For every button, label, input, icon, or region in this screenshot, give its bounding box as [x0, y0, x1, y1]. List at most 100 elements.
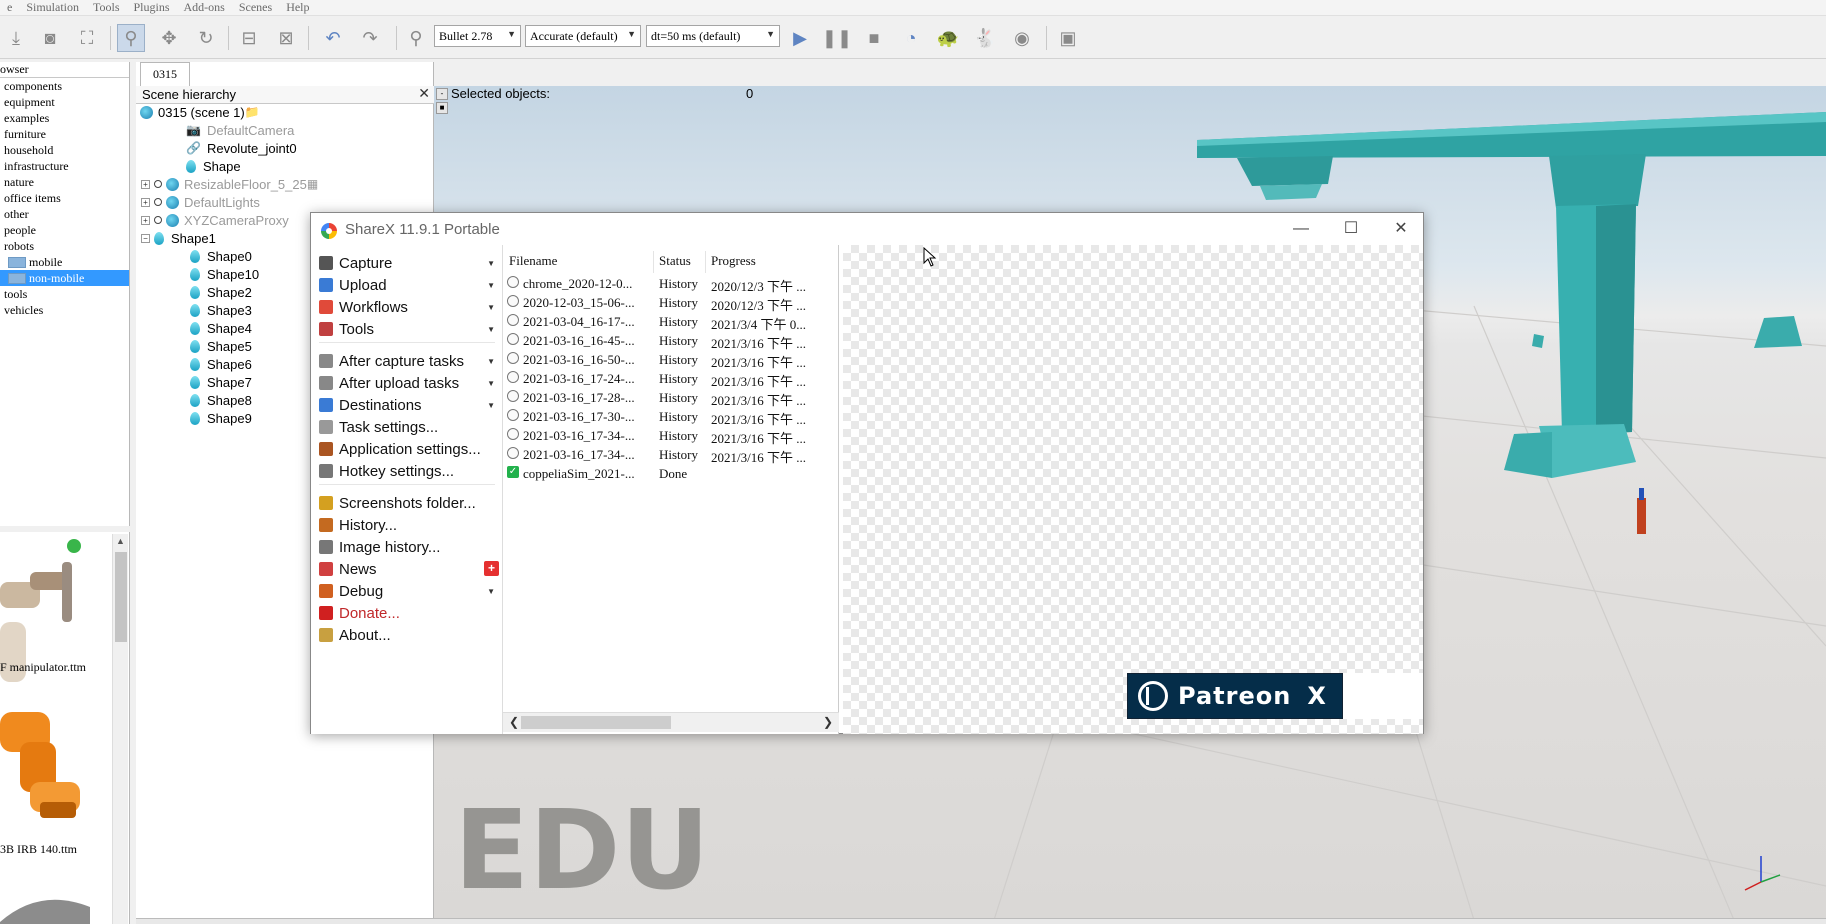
tree-node[interactable]: Shape [186, 157, 241, 175]
camera-icon[interactable]: ◙ [36, 24, 64, 52]
tree-node[interactable]: 🔗 Revolute_joint0 [186, 139, 297, 157]
browser-item[interactable]: nature [0, 174, 129, 190]
tree-node[interactable]: Shape6 [190, 355, 252, 373]
browser-item[interactable]: components [0, 78, 129, 94]
sharex-menu-item[interactable]: Screenshots folder... [319, 491, 497, 515]
tree-node[interactable]: Shape9 [190, 409, 252, 427]
task-row[interactable]: 2021-03-16_17-34-... History 2021/3/16 下午 … [503, 446, 839, 465]
timestep-select[interactable]: dt=50 ms (default) ▼ [646, 25, 780, 47]
fit-view-icon[interactable]: ⛶ [73, 24, 101, 52]
menu-item[interactable]: Help [279, 0, 316, 15]
close-icon[interactable]: ✕ [1381, 217, 1421, 241]
menu-item[interactable]: Tools [86, 0, 127, 15]
realtime-icon[interactable]: ◔ [897, 24, 925, 52]
maximize-icon[interactable]: ☐ [1331, 217, 1371, 241]
task-row[interactable]: chrome_2020-12-0... History 2020/12/3 下午 .… [503, 275, 839, 294]
scroll-thumb[interactable] [521, 716, 671, 729]
browser-item[interactable]: examples [0, 110, 129, 126]
task-row[interactable]: ✓ coppeliaSim_2021-... Done [503, 465, 839, 484]
sharex-menu-item[interactable]: After upload tasks ▼ [319, 371, 497, 395]
browser-item[interactable]: infrastructure [0, 158, 129, 174]
task-row[interactable]: 2021-03-16_17-28-... History 2021/3/16 下午 … [503, 389, 839, 408]
tree-node[interactable]: + XYZCameraProxy [141, 211, 289, 229]
tree-node[interactable]: 📷 DefaultCamera [186, 121, 294, 139]
patreon-banner[interactable]: Patreon X [1127, 673, 1343, 719]
tree-root[interactable]: 0315 (scene 1) 📁 [140, 103, 266, 121]
tab-scene-0315[interactable]: 0315 [140, 62, 190, 86]
browser-item[interactable]: furniture [0, 126, 129, 142]
task-row[interactable]: 2021-03-04_16-17-... History 2021/3/4 下午 0… [503, 313, 839, 332]
browser-item[interactable]: equipment [0, 94, 129, 110]
browser-item[interactable]: household [0, 142, 129, 158]
thumbnail-scrollbar[interactable]: ▲ [112, 534, 128, 924]
slower-icon[interactable]: 🐢 [934, 24, 962, 52]
task-row[interactable]: 2020-12-03_15-06-... History 2020/12/3 下午 … [503, 294, 839, 313]
tree-node[interactable]: Shape10 [190, 265, 259, 283]
column-filename[interactable]: Filename [509, 253, 557, 271]
undo-icon[interactable]: ↶ [319, 24, 347, 52]
tree-node[interactable]: + DefaultLights [141, 193, 260, 211]
tree-node[interactable]: Shape8 [190, 391, 252, 409]
engine-select[interactable]: Bullet 2.78 ▼ [434, 25, 521, 47]
faster-icon[interactable]: 🐇 [971, 24, 999, 52]
disassemble-icon[interactable]: ⊠ [272, 24, 300, 52]
menu-item[interactable]: Simulation [19, 0, 86, 15]
scroll-thumb[interactable] [115, 552, 127, 642]
menu-item[interactable]: Add-ons [177, 0, 232, 15]
assemble-icon[interactable]: ⊟ [235, 24, 263, 52]
browser-item[interactable]: mobile [0, 254, 129, 270]
tree-node[interactable]: Shape5 [190, 337, 252, 355]
browser-item[interactable]: office items [0, 190, 129, 206]
small-object[interactable] [1637, 488, 1646, 534]
sharex-title-bar[interactable]: ShareX 11.9.1 Portable — ☐ ✕ [311, 213, 1423, 245]
sharex-menu-item[interactable]: About... [319, 623, 497, 647]
list-horizontal-scrollbar[interactable]: ❮ ❯ [503, 712, 839, 732]
task-row[interactable]: 2021-03-16_16-45-... History 2021/3/16 下午 … [503, 332, 839, 351]
browser-item[interactable]: robots [0, 238, 129, 254]
tree-node[interactable]: Shape7 [190, 373, 252, 391]
task-row[interactable]: 2021-03-16_16-50-... History 2021/3/16 下午 … [503, 351, 839, 370]
sharex-menu-item[interactable]: Donate... [319, 601, 497, 625]
menu-item[interactable]: Scenes [232, 0, 279, 15]
irb140-thumbnail[interactable] [0, 712, 80, 818]
pause-icon[interactable]: ❚❚ [822, 24, 852, 52]
search-icon[interactable]: ⚲ [402, 24, 430, 52]
tree-node[interactable]: Shape0 [190, 247, 252, 265]
scroll-right-icon[interactable]: ❯ [823, 715, 833, 729]
accuracy-select[interactable]: Accurate (default) ▼ [525, 25, 641, 47]
sharex-menu-item[interactable]: After capture tasks ▼ [319, 349, 497, 373]
sharex-menu-item[interactable]: Workflows ▼ [319, 295, 497, 319]
play-icon[interactable]: ▶ [786, 24, 814, 52]
sharex-menu-item[interactable]: Application settings... [319, 437, 497, 461]
sharex-menu-item[interactable]: Hotkey settings... [319, 459, 497, 483]
sharex-menu-item[interactable]: Capture ▼ [319, 251, 497, 275]
close-icon[interactable]: ✕ [418, 86, 430, 104]
column-status[interactable]: Status [659, 253, 691, 271]
browser-item[interactable]: non-mobile [0, 270, 129, 286]
menu-item[interactable]: Plugins [127, 0, 177, 15]
tree-node[interactable]: Shape3 [190, 301, 252, 319]
task-row[interactable]: 2021-03-16_17-30-... History 2021/3/16 下午 … [503, 408, 839, 427]
scroll-up-icon[interactable]: ▲ [116, 536, 125, 546]
rotate-icon[interactable]: ↻ [192, 24, 220, 52]
tree-node[interactable]: Shape4 [190, 319, 252, 337]
info-toggle-button[interactable]: - [436, 88, 448, 100]
tree-node[interactable]: + ResizableFloor_5_25 ▦ [141, 175, 324, 193]
select-icon[interactable]: ⚲ [117, 24, 145, 52]
stop-icon[interactable]: ■ [860, 24, 888, 52]
sharex-menu-item[interactable]: Task settings... [319, 415, 497, 439]
scroll-left-icon[interactable]: ❮ [509, 715, 519, 729]
visualization-icon[interactable]: ◉ [1008, 24, 1036, 52]
sharex-menu-item[interactable]: Destinations ▼ [319, 393, 497, 417]
sharex-menu-item[interactable]: News + [319, 557, 499, 581]
tree-node[interactable]: − Shape1 [141, 229, 216, 247]
gripper-thumbnail[interactable] [0, 899, 90, 924]
sharex-menu-item[interactable]: Image history... [319, 535, 497, 559]
tree-node[interactable]: Shape2 [190, 283, 252, 301]
browser-item[interactable]: tools [0, 286, 129, 302]
sharex-menu-item[interactable]: Debug ▼ [319, 579, 497, 603]
task-row[interactable]: 2021-03-16_17-24-... History 2021/3/16 下午 … [503, 370, 839, 389]
minimize-icon[interactable]: — [1281, 217, 1321, 241]
browser-item[interactable]: people [0, 222, 129, 238]
info-pin-button[interactable]: ■ [436, 102, 448, 114]
